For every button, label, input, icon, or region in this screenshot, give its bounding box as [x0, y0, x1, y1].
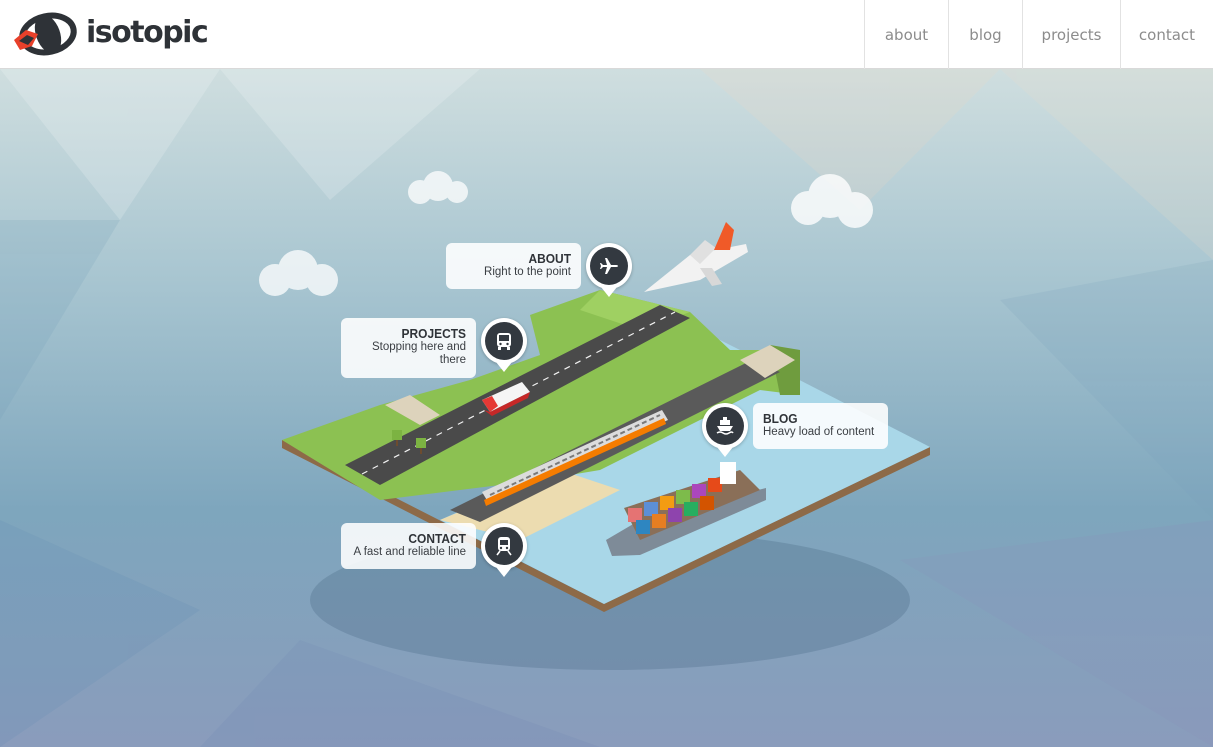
site-logo[interactable]: isotopic [10, 10, 209, 58]
logo-icon [14, 12, 77, 56]
about-pin[interactable] [586, 243, 632, 297]
projects-callout-subtitle-line2: there [439, 354, 466, 366]
contact-pin[interactable] [481, 523, 527, 577]
blog-callout-subtitle: Heavy load of content [763, 426, 875, 438]
nav-blog[interactable]: blog [948, 0, 1022, 69]
cloud-left [259, 250, 338, 296]
contact-callout-subtitle: A fast and reliable line [353, 546, 466, 558]
contact-callout-title: CONTACT [408, 531, 466, 546]
cloud-middle [408, 171, 468, 204]
airplane [644, 222, 748, 292]
contact-callout[interactable]: CONTACT A fast and reliable line [341, 523, 476, 569]
blog-pin[interactable] [702, 403, 748, 457]
blog-callout-title: BLOG [763, 411, 798, 426]
about-callout[interactable]: ABOUT Right to the point [446, 243, 581, 289]
site-header: isotopic about blog projects contact [0, 0, 1213, 69]
about-callout-subtitle: Right to the point [484, 266, 571, 278]
projects-callout-subtitle-line1: Stopping here and [372, 341, 466, 353]
bus-icon [497, 333, 511, 350]
isometric-island-illustration [0, 69, 1213, 747]
ship-icon [716, 417, 734, 435]
projects-callout-title: PROJECTS [401, 326, 466, 341]
about-callout-title: ABOUT [528, 251, 571, 266]
hero-scene: ABOUT Right to the point PROJECTS Stoppi… [0, 69, 1213, 747]
projects-callout[interactable]: PROJECTS Stopping here and there [341, 318, 476, 378]
nav-contact[interactable]: contact [1120, 0, 1213, 69]
airplane-icon [600, 258, 618, 274]
main-nav: about blog projects contact [864, 0, 1213, 69]
projects-pin[interactable] [481, 318, 527, 372]
logo-text: isotopic [86, 14, 209, 50]
nav-projects[interactable]: projects [1022, 0, 1120, 69]
nav-about[interactable]: about [864, 0, 948, 69]
train-icon [496, 537, 512, 556]
blog-callout[interactable]: BLOG Heavy load of content [753, 403, 888, 449]
